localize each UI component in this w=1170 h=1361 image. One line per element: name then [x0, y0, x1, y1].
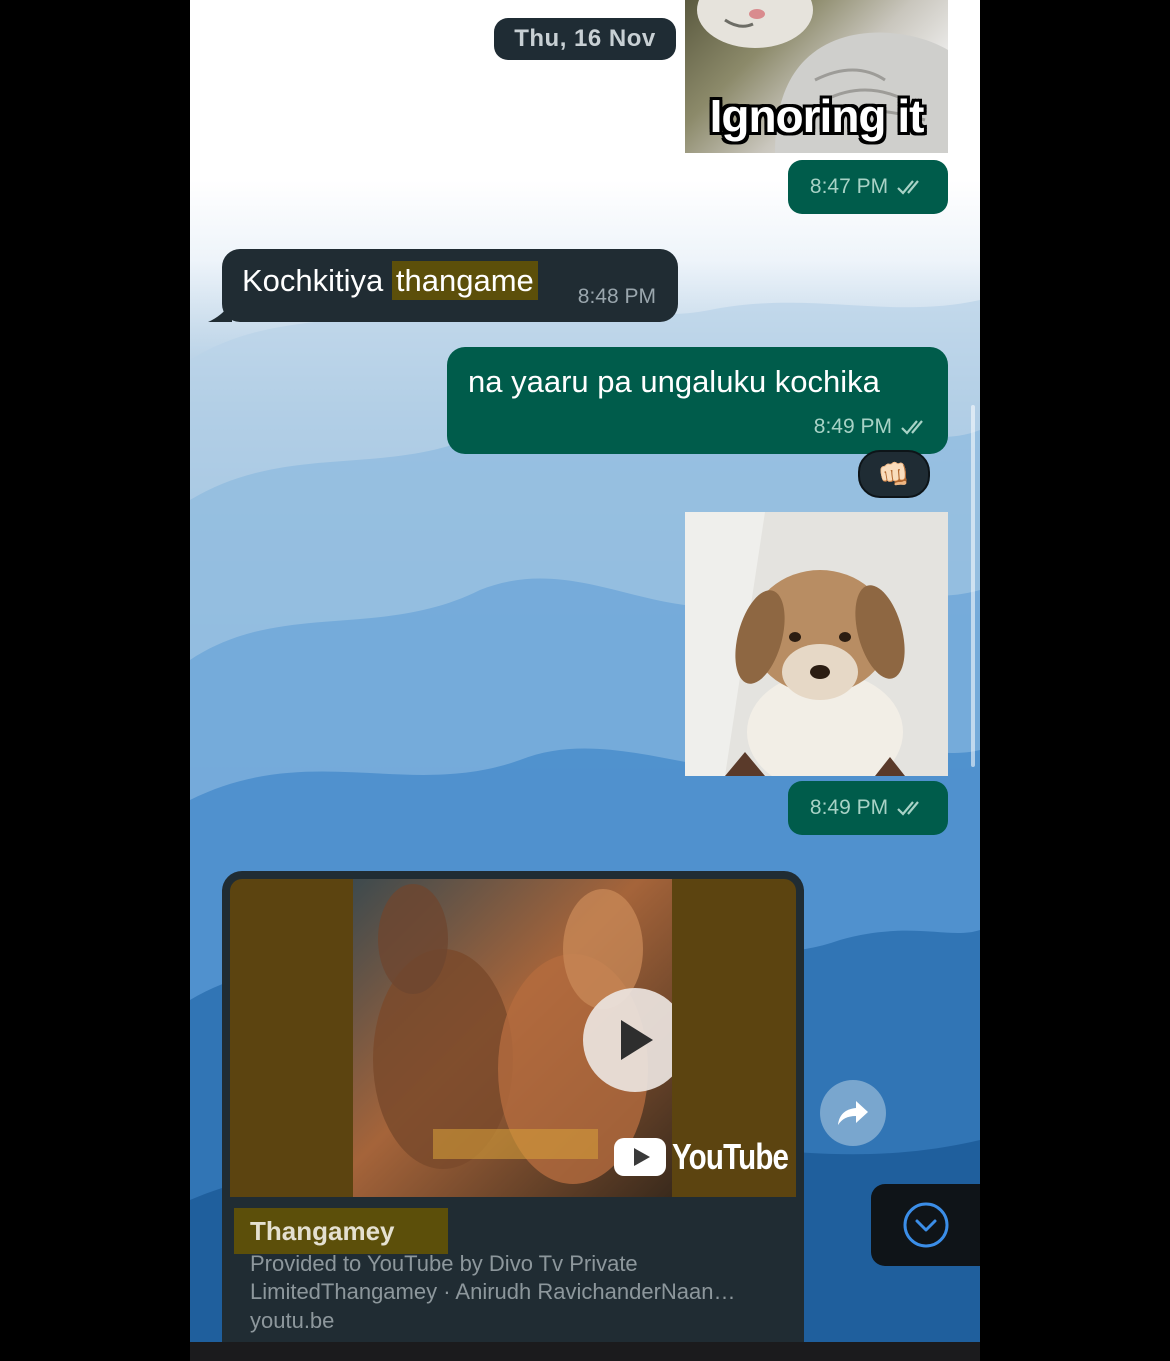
message-time-badge: 8:49 PM — [788, 781, 948, 835]
link-preview-message[interactable]: YouTube Thangamey Provided to YouTube by… — [222, 871, 804, 1342]
link-domain: youtu.be — [250, 1308, 335, 1333]
message-time: 8:48 PM — [577, 285, 656, 308]
forward-button[interactable] — [820, 1080, 886, 1146]
scrollbar[interactable] — [971, 405, 975, 767]
video-thumbnail[interactable]: YouTube — [230, 879, 796, 1197]
cat-sticker[interactable]: Ignoring it — [685, 0, 948, 153]
message-time-badge: 8:47 PM — [788, 160, 948, 214]
scroll-to-bottom-button[interactable] — [871, 1184, 980, 1266]
date-separator: Thu, 16 Nov — [494, 18, 676, 60]
outgoing-message-bubble[interactable]: na yaaru pa ungaluku kochika 8:49 PM — [447, 347, 948, 454]
search-highlight: thangame — [391, 261, 538, 300]
chat-screen: Thu, 16 Nov Ignoring it 8:47 PM Kochkiti… — [190, 0, 980, 1342]
forward-icon — [838, 1101, 868, 1125]
message-text-plain: Kochkitiya — [242, 263, 384, 298]
link-description: Provided to YouTube by Divo Tv Private L… — [250, 1251, 736, 1304]
message-time: 8:47 PM — [809, 175, 889, 198]
chevron-down-circle-icon — [903, 1202, 949, 1248]
bubble-tail — [208, 302, 232, 322]
double-check-icon — [901, 420, 923, 435]
play-icon — [621, 1020, 653, 1060]
link-title: Thangamey — [234, 1208, 448, 1254]
message-time: 8:49 PM — [813, 415, 892, 438]
sticker-caption: Ignoring it — [709, 90, 925, 142]
message-text: Kochkitiya thangame — [242, 261, 538, 300]
double-check-icon — [897, 801, 919, 816]
youtube-icon — [614, 1138, 666, 1176]
message-text: na yaaru pa ungaluku kochika — [468, 364, 880, 399]
puppy-sticker[interactable] — [685, 512, 948, 776]
bottom-bar — [190, 1342, 980, 1361]
puppy-image — [685, 512, 948, 776]
double-check-icon — [897, 180, 919, 195]
message-time: 8:49 PM — [809, 796, 889, 819]
youtube-wordmark: YouTube — [672, 1136, 789, 1177]
incoming-message-bubble[interactable]: Kochkitiya thangame 8:48 PM — [208, 249, 678, 322]
youtube-logo: YouTube — [614, 1136, 796, 1178]
reaction-badge[interactable]: 👊🏻 — [858, 450, 930, 498]
